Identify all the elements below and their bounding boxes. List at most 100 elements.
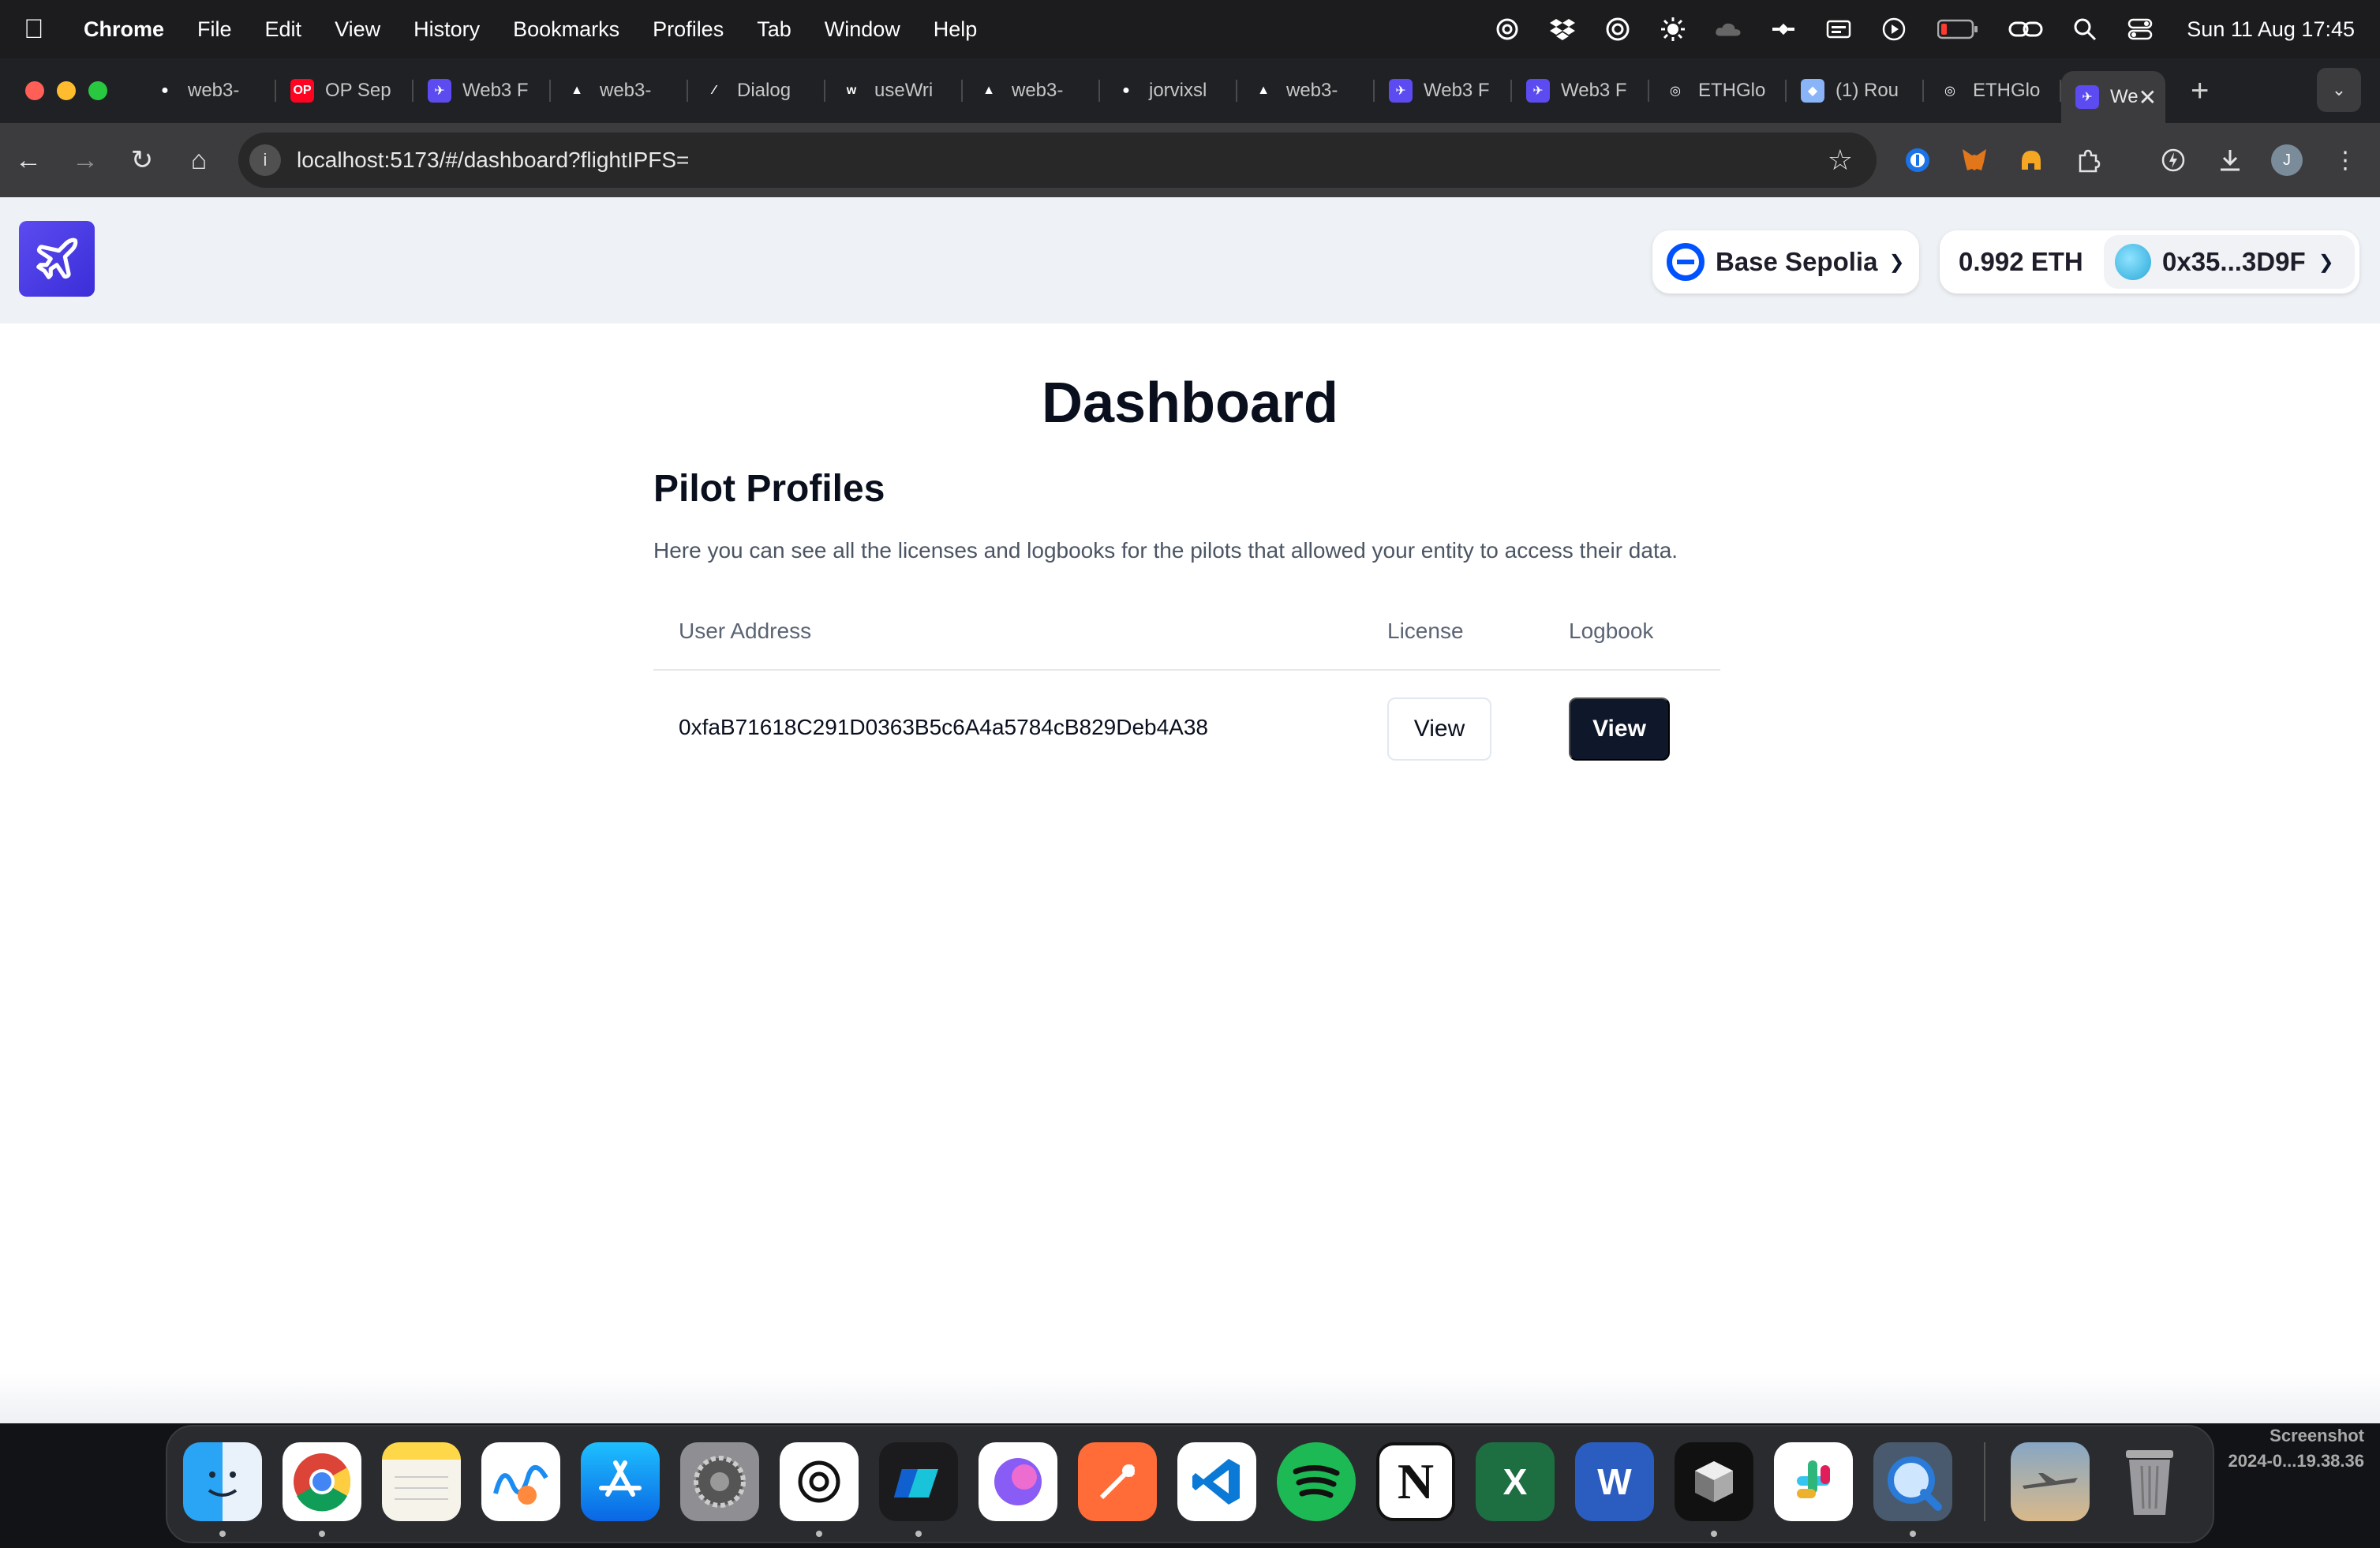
tab-10[interactable]: ✈ Web3 F [1512,67,1649,114]
tab-11[interactable]: ◎ ETHGlo [1649,67,1787,114]
app-logo-airplane-icon[interactable] [19,221,95,297]
tab-label: web3- [1286,80,1338,101]
site-info-icon[interactable]: i [249,144,281,176]
tab-0[interactable]: ● web3- [139,67,276,114]
app-store-icon[interactable] [581,1442,660,1521]
column-header-logbook: Logbook [1569,619,1654,643]
spotify-icon[interactable] [1277,1442,1356,1521]
tab-7[interactable]: ● jorvixsl [1100,67,1237,114]
window-controls [25,81,107,100]
tab-5[interactable]: w useWri [825,67,963,114]
menu-profiles[interactable]: Profiles [653,17,724,42]
chatgpt-status-icon[interactable] [1494,16,1521,43]
screenshot-thumbnail[interactable] [2011,1442,2090,1521]
airdrop-status-icon[interactable] [1604,16,1631,43]
keyboard-status-icon[interactable] [1825,16,1852,43]
menubar-clock[interactable]: Sun 11 Aug 17:45 [2187,17,2355,42]
tab-active[interactable]: ✈ We ✕ [2061,71,2165,123]
tab-search-chevron-icon[interactable]: ⌄ [2317,68,2361,112]
notes-icon[interactable] [382,1442,461,1521]
system-settings-icon[interactable] [680,1442,759,1521]
menu-bookmarks[interactable]: Bookmarks [513,17,619,42]
shadcn-icon: ∕ [713,84,716,97]
vscode-icon[interactable] [1177,1442,1256,1521]
dropbox-status-icon[interactable] [1549,16,1576,43]
tab-3[interactable]: ▲ web3- [551,67,688,114]
tab-1[interactable]: OP OP Sep [276,67,414,114]
menu-file[interactable]: File [197,17,232,42]
freeform-icon[interactable] [481,1442,560,1521]
tab-2[interactable]: ✈ Web3 F [414,67,551,114]
menu-edit[interactable]: Edit [265,17,302,42]
base-network-icon [1667,243,1705,281]
arc-search-icon[interactable] [979,1442,1057,1521]
tab-9[interactable]: ✈ Web3 F [1375,67,1512,114]
tab-4[interactable]: ∕ Dialog [688,67,825,114]
excel-icon[interactable]: X [1476,1442,1555,1521]
home-icon[interactable]: ⌂ [170,145,227,176]
account-address-pill[interactable]: 0x35...3D9F ❯ [2104,235,2355,289]
onepassword-extension-icon[interactable] [1895,123,1940,197]
menu-app-chrome[interactable]: Chrome [84,17,164,42]
network-switch-button[interactable]: Base Sepolia ❯ [1652,230,1919,294]
tab-6[interactable]: ▲ web3- [963,67,1100,114]
forward-arrow-icon[interactable]: → [57,145,114,176]
extensions-puzzle-icon[interactable] [2066,123,2110,197]
quicktime-icon[interactable] [1873,1442,1952,1521]
section-title: Pilot Profiles [653,468,885,510]
zoom-window-button[interactable] [88,81,107,100]
menu-tab[interactable]: Tab [757,17,791,42]
view-logbook-button[interactable]: View [1569,697,1670,761]
brightness-status-icon[interactable] [1660,16,1686,43]
chrome-menu-icon[interactable]: ⋮ [2323,123,2367,197]
vercel-icon: ▲ [982,84,995,97]
performance-icon[interactable] [2151,123,2195,197]
account-avatar [2115,244,2151,280]
minimize-window-button[interactable] [57,81,76,100]
back-arrow-icon[interactable]: ← [0,145,57,176]
control-center-icon[interactable] [2127,16,2154,43]
menu-view[interactable]: View [335,17,380,42]
metamask-extension-icon[interactable] [1952,123,1996,197]
reload-icon[interactable]: ↻ [114,144,170,176]
notion-icon[interactable]: N [1376,1442,1455,1521]
downloads-icon[interactable] [2208,123,2252,197]
address-bar[interactable]: i localhost:5173/#/dashboard?flightIPFS=… [238,133,1877,188]
menu-window[interactable]: Window [825,17,900,42]
battery-status-icon[interactable] [1936,16,1980,43]
github-icon: ● [1122,84,1130,97]
tab-13[interactable]: ◎ ETHGlo [1924,67,2061,114]
desktop-screenshot-label[interactable]: Screenshot 2024-0...19.38.36 [2222,1423,2364,1474]
close-tab-icon[interactable]: ✕ [2139,84,2157,110]
trash-icon[interactable] [2110,1442,2189,1521]
account-button[interactable]: 0.992 ETH 0x35...3D9F ❯ [1940,230,2359,294]
helmet-extension-icon[interactable] [2009,123,2053,197]
menu-help[interactable]: Help [934,17,978,42]
bookmark-star-icon[interactable]: ☆ [1828,144,1853,177]
chatgpt-icon[interactable] [780,1442,859,1521]
address-bar-url[interactable]: localhost:5173/#/dashboard?flightIPFS= [297,148,689,173]
new-tab-button[interactable]: + [2191,73,2209,109]
slack-icon[interactable] [1774,1442,1853,1521]
cloud-status-icon[interactable] [1715,16,1742,43]
menu-history[interactable]: History [414,17,480,42]
profile-avatar[interactable]: J [2265,123,2309,197]
apple-menu-icon[interactable]:  [24,16,60,43]
word-icon[interactable]: W [1575,1442,1654,1521]
play-status-icon[interactable] [1880,16,1907,43]
link-status-icon[interactable] [2008,16,2043,43]
chrome-icon[interactable] [283,1442,361,1521]
postman-icon[interactable] [1078,1442,1157,1521]
finder-icon[interactable] [183,1442,262,1521]
satellite-status-icon[interactable] [1770,16,1797,43]
cube-app-icon[interactable] [1675,1442,1753,1521]
wagmi-icon: w [846,84,857,97]
spotlight-search-icon[interactable] [2071,16,2098,43]
tab-8[interactable]: ▲ web3- [1237,67,1375,114]
view-license-button[interactable]: View [1387,697,1491,761]
tab-label: ETHGlo [1698,80,1766,101]
tab-12[interactable]: ◆ (1) Rou [1787,67,1924,114]
close-window-button[interactable] [25,81,44,100]
cursor-icon[interactable] [879,1442,958,1521]
vercel-icon: ▲ [1257,84,1270,97]
